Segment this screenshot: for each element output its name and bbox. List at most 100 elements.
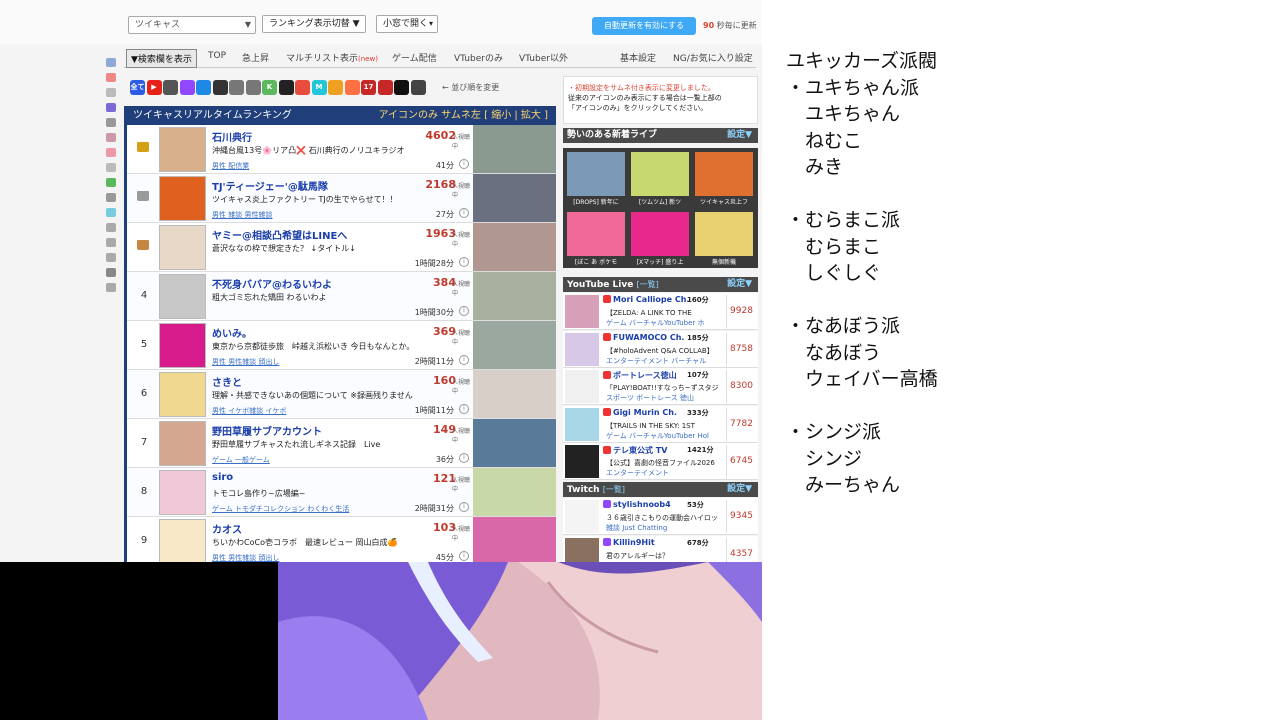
avatar[interactable] — [159, 323, 206, 368]
youtube-settings-button[interactable]: 設定▼ — [727, 277, 752, 292]
streamer-name[interactable]: 野田草履サブアカウント — [212, 423, 322, 438]
twitch-list-link[interactable]: [一覧] — [603, 485, 625, 494]
service-strip-icon[interactable] — [106, 148, 116, 157]
service-icon[interactable] — [196, 80, 211, 95]
youtube-title[interactable]: 【#holoAdvent Q&A COLLAB】 — [606, 346, 724, 356]
service-strip-icon[interactable] — [106, 118, 116, 127]
stream-thumbnail[interactable] — [473, 223, 556, 271]
service-strip-icon[interactable] — [106, 163, 116, 172]
stream-tags[interactable]: ゲーム 一般ゲーム — [212, 455, 270, 465]
twitch-row[interactable]: stylishnoob4 53分 ３６歳引きこもりの運動会ハイロッ 雑談 Just C… — [563, 498, 758, 535]
service-strip-icon[interactable] — [106, 103, 116, 112]
streamer-name[interactable]: TJ'ティージェー'@駄馬隊 — [212, 178, 328, 193]
nav-ng-favorites[interactable]: NG/お気に入り設定 — [673, 51, 753, 64]
youtube-title[interactable]: 「PLAY!BOAT!!すなっち~ずスタジ — [606, 383, 724, 393]
sort-order-link[interactable]: ← 並び順を変更 — [442, 82, 499, 93]
streamer-name[interactable]: さきと — [212, 374, 242, 389]
service-icon[interactable] — [229, 80, 244, 95]
youtube-title[interactable]: 【TRAILS IN THE SKY: 1ST — [606, 421, 724, 431]
youtube-row[interactable]: テレ東公式 TV 1421分 【公式】喜劇の怪音ファイル2026 エンターテイメント 6… — [563, 443, 758, 480]
youtube-row[interactable]: FUWAMOCO Ch. 185分 【#holoAdvent Q&A COLLAB】… — [563, 330, 758, 368]
stream-thumbnail[interactable] — [473, 321, 556, 369]
service-strip-icon[interactable] — [106, 73, 116, 82]
window-select[interactable]: 小窓で開く ▾ — [376, 15, 438, 33]
service-icon[interactable] — [295, 80, 310, 95]
stream-tags[interactable]: 男性 雑談 男性雑談 — [212, 210, 272, 220]
info-icon[interactable]: i — [459, 257, 469, 267]
service-icon[interactable]: 全て — [130, 80, 145, 95]
stream-title[interactable]: 蒼沢ななの枠で想定きた？ ↓タイトル↓ — [212, 243, 452, 254]
twitch-row[interactable]: Killin9Hit 678分 君のアレルギーは？ 4357 — [563, 535, 758, 562]
twitch-settings-button[interactable]: 設定▼ — [727, 482, 752, 497]
service-strip-icon[interactable] — [106, 58, 116, 67]
service-strip-icon[interactable] — [106, 178, 116, 187]
service-icon[interactable] — [344, 80, 360, 95]
stream-title[interactable]: ツイキャス炎上ファクトリー TJの生でやらせて！！ — [212, 194, 452, 205]
info-icon[interactable]: i — [459, 404, 469, 414]
service-strip-icon[interactable] — [106, 253, 116, 262]
stream-thumbnail[interactable] — [473, 370, 556, 418]
stream-title[interactable]: 理解・共感できないあの個題について ※録画残りません — [212, 390, 452, 401]
ranking-row[interactable]: 石川典行 4602 人視聴中 沖縄台風13号🌸リア凸❌ 石川典行のノリユキラジオ 男性 … — [127, 125, 556, 174]
avatar[interactable] — [159, 274, 206, 319]
service-icon[interactable] — [163, 80, 178, 95]
youtube-title[interactable]: 【公式】喜劇の怪音ファイル2026 — [606, 458, 724, 468]
youtube-channel-name[interactable]: FUWAMOCO Ch. — [603, 332, 684, 342]
youtube-title[interactable]: 【ZELDA: A LINK TO THE — [606, 308, 724, 318]
youtube-tags[interactable]: スポーツ ボートレース 徳山 — [606, 393, 724, 403]
service-icon[interactable] — [377, 80, 393, 95]
youtube-channel-name[interactable]: ボートレース徳山 — [603, 370, 677, 381]
site-select[interactable]: ツイキャス ▼ — [128, 16, 256, 34]
twitch-title[interactable]: 君のアレルギーは？ — [606, 551, 724, 561]
youtube-tags[interactable]: ゲーム バーチャルYouTuber ホ — [606, 318, 724, 328]
avatar[interactable] — [159, 372, 206, 417]
avatar[interactable] — [159, 176, 206, 221]
twitch-title[interactable]: ３６歳引きこもりの運動会ハイロッ — [606, 513, 724, 523]
service-strip-icon[interactable] — [106, 238, 116, 247]
youtube-row[interactable]: ボートレース徳山 107分 「PLAY!BOAT!!すなっち~ずスタジ スポーツ ボー… — [563, 368, 758, 405]
stream-tags[interactable]: 男性 配信業 — [212, 161, 249, 171]
service-icon[interactable] — [394, 80, 409, 95]
stream-tags[interactable]: ゲーム トモダチコレクション わくわく生活 — [212, 504, 349, 514]
ranking-row[interactable]: 7 野田草履サブアカウント 149 人視聴中 野田草履サブキャスたれ流しギネス記録 Li… — [127, 419, 556, 468]
service-icon[interactable] — [245, 80, 261, 95]
ranking-row[interactable]: 6 さきと 160 人視聴中 理解・共感できないあの個題について ※録画残りません 男性 … — [127, 370, 556, 419]
youtube-channel-name[interactable]: Gigi Murin Ch. — [603, 407, 677, 417]
service-icon[interactable] — [212, 80, 228, 95]
streamer-name[interactable]: めいみ。 — [212, 325, 252, 340]
service-icon[interactable] — [410, 80, 426, 95]
stream-title[interactable]: 沖縄台風13号🌸リア凸❌ 石川典行のノリユキラジオ — [212, 145, 452, 156]
youtube-channel-name[interactable]: Mori Calliope Ch. — [603, 295, 689, 304]
stream-title[interactable]: 粗大ゴミ忘れた矯田 わるいわよ — [212, 292, 452, 303]
service-icon[interactable]: M — [311, 80, 327, 95]
stream-title[interactable]: トモコレ島作り~広場編~ — [212, 488, 452, 499]
nav-basic-settings[interactable]: 基本設定 — [620, 51, 656, 64]
ranking-row[interactable]: 8 siro 121 人視聴中 トモコレ島作り~広場編~ ゲーム トモダチコレクション わ… — [127, 468, 556, 517]
view-mode-links[interactable]: アイコンのみ サムネ左 [ 縮小 | 拡大 ] — [378, 106, 548, 125]
nav-trending[interactable]: 急上昇 — [242, 51, 269, 64]
service-icon[interactable]: ▶ — [146, 80, 162, 95]
avatar[interactable] — [159, 421, 206, 466]
service-icon[interactable] — [328, 80, 343, 95]
streamer-name[interactable]: ヤミー@相談凸希望はLINEへ — [212, 227, 347, 242]
service-icon[interactable] — [179, 80, 195, 95]
streamer-name[interactable]: 不死身ババア@わるいわよ — [212, 276, 332, 291]
info-icon[interactable]: i — [459, 208, 469, 218]
stream-tags[interactable]: 男性 イケボ雑談 イケボ — [212, 406, 286, 416]
youtube-tags[interactable]: ゲーム バーチャルYouTuber Hol — [606, 431, 724, 441]
twitch-channel-name[interactable]: stylishnoob4 — [603, 500, 671, 509]
info-icon[interactable]: i — [459, 159, 469, 169]
stream-tags[interactable]: 男性 男性雑談 顔出し — [212, 357, 279, 367]
nav-game[interactable]: ゲーム配信 — [392, 51, 437, 64]
stream-thumbnail[interactable] — [473, 174, 556, 222]
streamer-name[interactable]: カオス — [212, 521, 242, 536]
youtube-tags[interactable]: エンターテイメント — [606, 468, 724, 478]
twitch-tags[interactable]: 雑談 Just Chatting — [606, 523, 724, 533]
ranking-row[interactable]: ヤミー@相談凸希望はLINEへ 1963 人視聴中 蒼沢ななの枠で想定きた？ ↓タイト… — [127, 223, 556, 272]
nav-multilist[interactable]: マルチリスト表示(new) — [286, 51, 378, 64]
service-icon[interactable]: K — [262, 80, 277, 95]
youtube-row[interactable]: Mori Calliope Ch. 160分 【ZELDA: A LINK TO T… — [563, 293, 758, 330]
info-icon[interactable]: i — [459, 551, 469, 561]
streamer-name[interactable]: siro — [212, 472, 233, 483]
nav-top[interactable]: TOP — [208, 51, 226, 61]
